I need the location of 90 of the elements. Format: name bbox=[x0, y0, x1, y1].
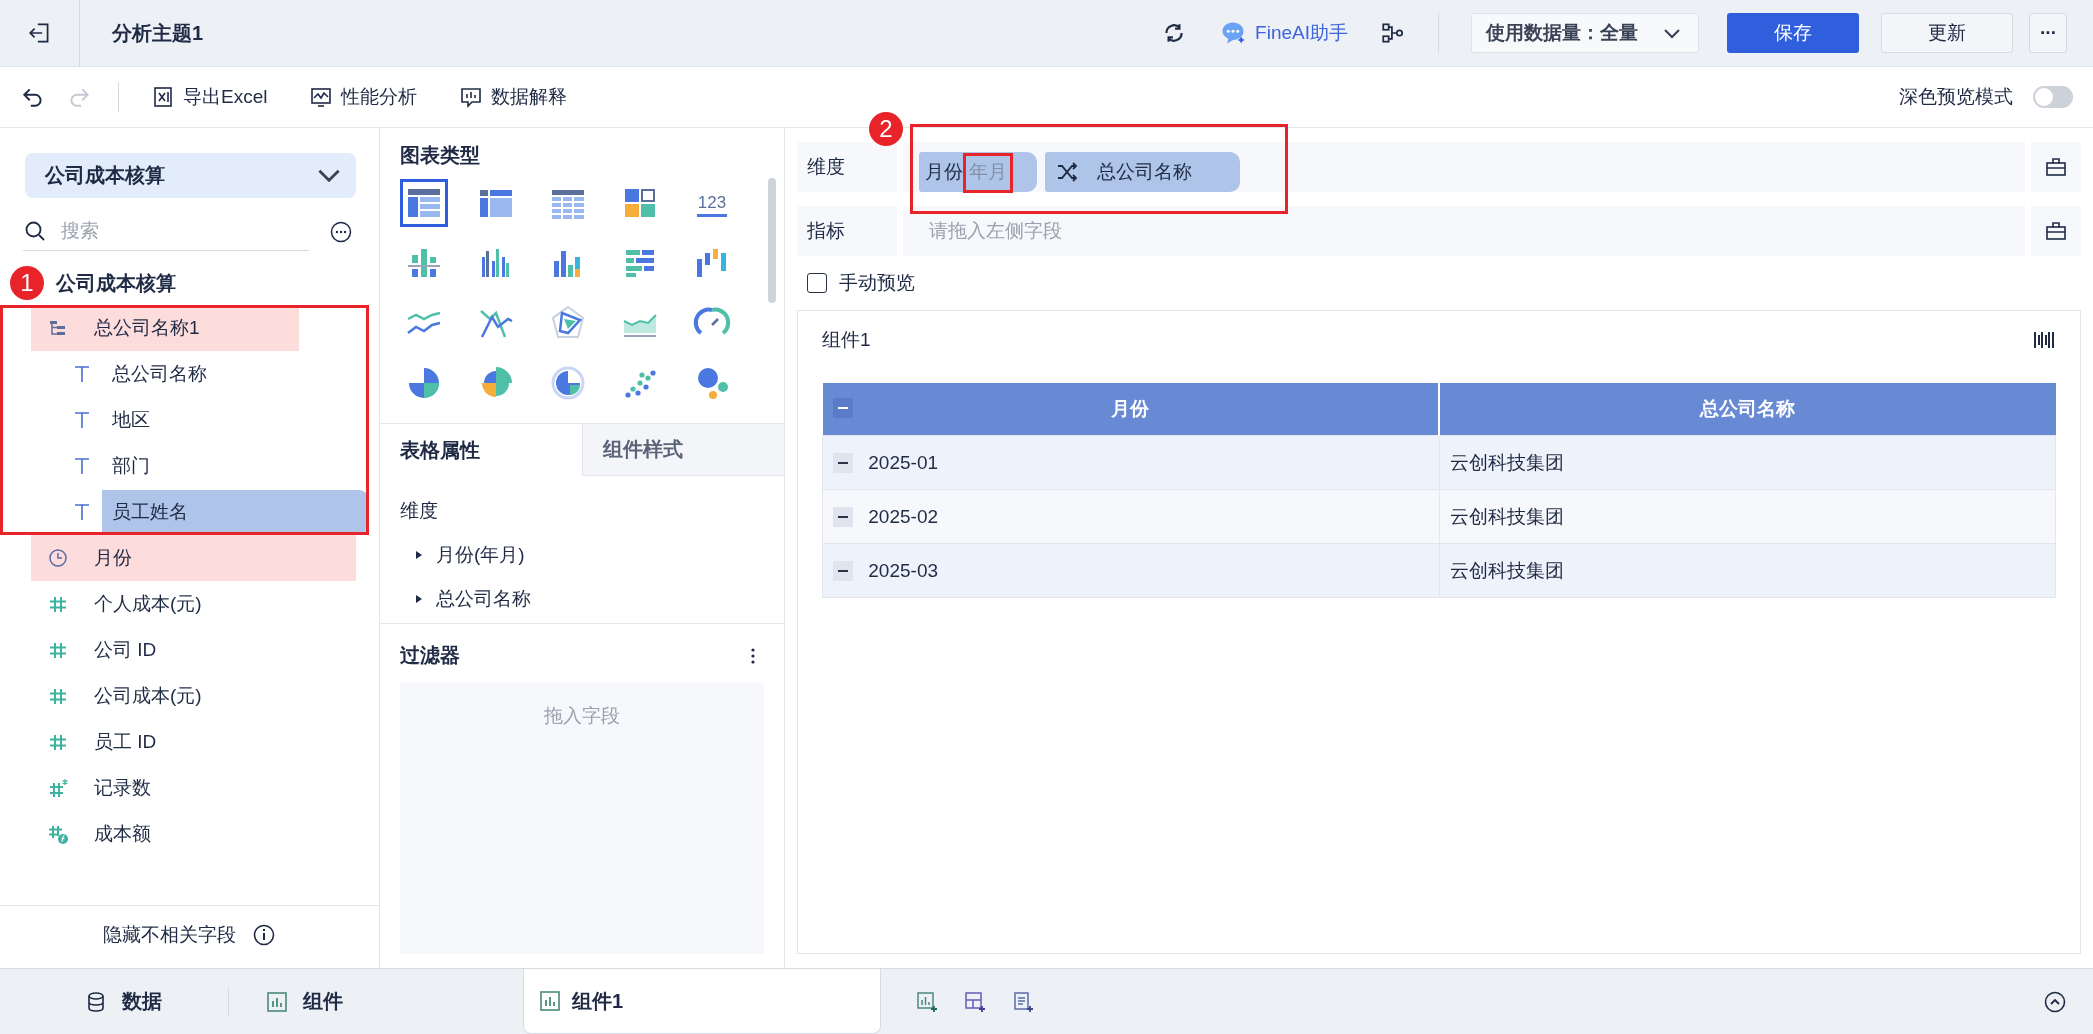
count-type-icon bbox=[48, 778, 68, 798]
field-item[interactable]: 总公司名称 bbox=[31, 351, 369, 397]
table-name: 公司成本核算 bbox=[56, 270, 176, 296]
tab[interactable]: 组件样式 bbox=[581, 424, 784, 476]
excel-button[interactable]: 导出Excel bbox=[145, 83, 274, 111]
number-type-icon bbox=[48, 732, 68, 752]
more-button[interactable]: ··· bbox=[2029, 13, 2067, 53]
table-cell: 云创科技集团 bbox=[1439, 543, 2056, 598]
window-title: 分析主题1 bbox=[112, 20, 204, 46]
tree-item[interactable]: 月份(年月) bbox=[414, 542, 784, 568]
field-item[interactable]: 月份 bbox=[31, 535, 356, 581]
search-icon bbox=[23, 219, 47, 243]
number-type-icon bbox=[48, 686, 68, 706]
search-field[interactable]: 搜索 bbox=[59, 219, 263, 243]
table-cell: 2025-01 bbox=[822, 435, 1439, 490]
field-item[interactable]: 部门 bbox=[31, 443, 369, 489]
widget-title: 组件1 bbox=[822, 328, 871, 352]
field-item[interactable]: 记录数 bbox=[31, 765, 356, 811]
manual-preview-label: 手动预览 bbox=[839, 271, 915, 295]
update-button[interactable]: 更新 bbox=[1881, 13, 2013, 53]
collapse-icon[interactable] bbox=[833, 507, 853, 528]
clock-icon bbox=[48, 548, 68, 568]
caret-icon bbox=[318, 169, 340, 182]
explain-button[interactable]: 数据解释 bbox=[453, 83, 574, 111]
dimension-chip[interactable]: 月份 年月 bbox=[919, 152, 1037, 192]
column-header: 月份 bbox=[822, 383, 1439, 436]
add-layout-icon[interactable] bbox=[963, 989, 987, 1014]
more-icon[interactable] bbox=[329, 219, 353, 244]
field-item[interactable]: 个人成本(元) bbox=[31, 581, 356, 627]
data-tab[interactable]: 数据 bbox=[78, 987, 168, 1016]
chart-type-heading: 图表类型 bbox=[400, 144, 480, 166]
field-item[interactable]: 成本额 bbox=[31, 811, 356, 857]
dark-mode-label: 深色预览模式 bbox=[1899, 85, 2013, 109]
field-item[interactable]: 地区 bbox=[31, 397, 369, 443]
text-type-icon bbox=[72, 502, 92, 522]
settings-button[interactable] bbox=[2031, 142, 2081, 192]
chart-icon bbox=[265, 989, 289, 1014]
chart-icon bbox=[459, 85, 484, 109]
save-button[interactable]: 保存 bbox=[1727, 13, 1859, 53]
field-item[interactable]: 公司成本(元) bbox=[31, 673, 356, 719]
table-cell: 云创科技集团 bbox=[1439, 435, 2056, 490]
annotation-marker: 2 bbox=[869, 112, 903, 146]
column-header: 总公司名称 bbox=[1439, 383, 2056, 436]
collapse-icon[interactable] bbox=[833, 561, 853, 582]
number-type-icon bbox=[48, 594, 68, 614]
tree-item[interactable]: 总公司名称 bbox=[414, 586, 784, 612]
dimension-chip[interactable]: 总公司名称 bbox=[1045, 152, 1240, 192]
field-item[interactable]: 员工 ID bbox=[31, 719, 356, 765]
formula-type-icon bbox=[48, 824, 68, 844]
toolbox-icon bbox=[2044, 219, 2068, 243]
add-report-icon[interactable] bbox=[1011, 989, 1035, 1014]
data-amount-dropdown[interactable]: 使用数据量：全量 bbox=[1471, 13, 1699, 53]
performance-button[interactable]: 性能分析 bbox=[303, 83, 424, 111]
hierarchy-icon bbox=[48, 318, 68, 338]
chart-type-option[interactable] bbox=[400, 179, 448, 227]
checkbox[interactable] bbox=[807, 273, 827, 293]
toolbox-icon bbox=[2044, 155, 2068, 179]
dark-mode-toggle[interactable] bbox=[2033, 86, 2073, 108]
excel-icon bbox=[151, 85, 175, 109]
field-item[interactable]: 总公司名称1 bbox=[31, 305, 299, 351]
ai-assistant-button[interactable]: FineAI助手 bbox=[1209, 19, 1358, 47]
filter-heading: 过滤器 bbox=[400, 643, 460, 668]
shuffle-icon bbox=[1055, 160, 1079, 184]
section-label: 维度 bbox=[400, 499, 439, 523]
pulse-icon bbox=[309, 85, 334, 109]
collapse-icon[interactable] bbox=[833, 453, 853, 474]
chart-icon bbox=[538, 989, 562, 1013]
table-cell: 2025-02 bbox=[822, 489, 1439, 544]
settings-button[interactable] bbox=[2031, 206, 2081, 256]
table-cell: 云创科技集团 bbox=[1439, 489, 2056, 544]
data-tab[interactable]: 组件 bbox=[259, 987, 349, 1016]
text-type-icon bbox=[72, 364, 92, 384]
expand-icon bbox=[414, 550, 424, 560]
annotation-marker: 1 bbox=[10, 266, 44, 300]
number-type-icon bbox=[48, 640, 68, 660]
hide-fields-label: 隐藏不相关字段 bbox=[103, 923, 236, 947]
measure-label: 指标 bbox=[797, 206, 897, 256]
text-type-icon bbox=[72, 410, 92, 430]
collapse-up-icon[interactable] bbox=[2043, 989, 2067, 1014]
widget-tab[interactable]: 组件1 bbox=[523, 969, 881, 1034]
info-icon[interactable] bbox=[252, 923, 276, 947]
scrollbar[interactable] bbox=[768, 178, 776, 303]
flow-icon[interactable] bbox=[1380, 20, 1406, 46]
expand-icon bbox=[414, 594, 424, 604]
add-chart-icon[interactable] bbox=[915, 989, 939, 1014]
text-type-icon bbox=[72, 456, 92, 476]
table-cell: 2025-03 bbox=[822, 543, 1439, 598]
dataset-dropdown[interactable]: 公司成本核算 bbox=[25, 153, 356, 198]
dimension-label: 维度 bbox=[797, 142, 897, 192]
field-item[interactable]: 公司 ID bbox=[31, 627, 356, 673]
